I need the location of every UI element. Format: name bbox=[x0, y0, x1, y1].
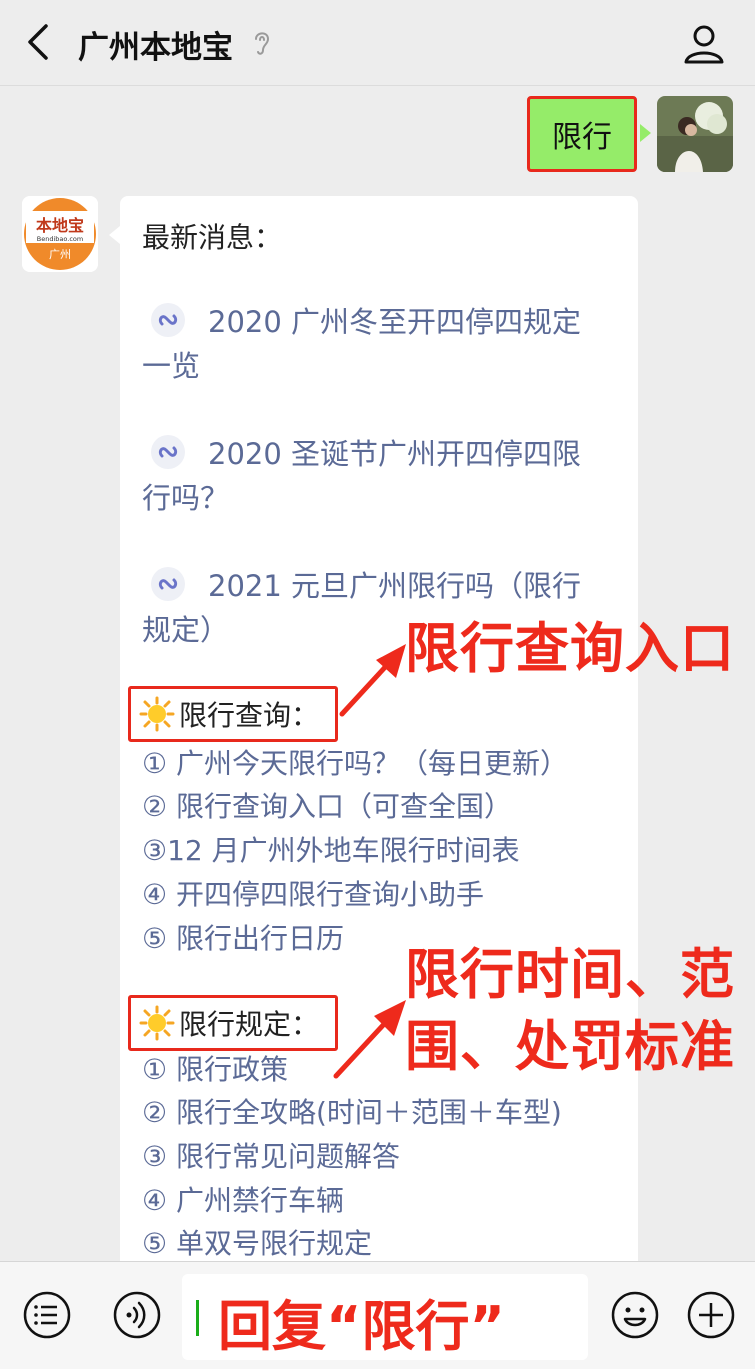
my-bubble-tail bbox=[640, 124, 651, 142]
sun-emoji-icon bbox=[139, 696, 175, 732]
person-icon bbox=[684, 25, 724, 64]
query-item-5[interactable]: ⑤ 限行出行日历 bbox=[142, 919, 344, 959]
link-text-line2[interactable]: 行吗？ bbox=[142, 476, 622, 520]
menu-list-icon[interactable] bbox=[22, 1290, 72, 1340]
my-avatar[interactable] bbox=[657, 96, 733, 172]
link-icon bbox=[151, 303, 185, 337]
link-item[interactable]: 2020 广州冬至开四停四规定 bbox=[142, 300, 622, 344]
bendibao-logo: 本地宝 Bendibao.com 广州 bbox=[22, 196, 98, 272]
sun-emoji-icon bbox=[139, 1005, 175, 1041]
ear-icon bbox=[255, 32, 270, 55]
message-input[interactable]: 回复“限行” bbox=[182, 1274, 588, 1360]
rules-item-3[interactable]: ③ 限行常见问题解答 bbox=[142, 1137, 400, 1177]
rules-item-4[interactable]: ④ 广州禁行车辆 bbox=[142, 1181, 344, 1221]
voice-icon[interactable] bbox=[112, 1290, 162, 1340]
plus-icon[interactable] bbox=[686, 1290, 736, 1340]
annotation-time-range-line1: 限行时间、范 bbox=[405, 943, 735, 1006]
rules-item-1[interactable]: ① 限行政策 bbox=[142, 1050, 288, 1090]
text-cursor bbox=[196, 1300, 199, 1336]
input-bar: 回复“限行” bbox=[0, 1261, 755, 1369]
section-query-title: 限行查询： bbox=[179, 699, 320, 732]
chevron-left-icon bbox=[28, 24, 48, 60]
section-query-heading: 限行查询： bbox=[128, 686, 338, 742]
avatar-photo bbox=[657, 96, 733, 172]
link-text-line1: 2021 元旦广州限行吗（限行 bbox=[208, 569, 582, 603]
link-text-line1: 2020 广州冬至开四停四规定 bbox=[208, 305, 582, 339]
my-message-text: 限行 bbox=[552, 120, 612, 155]
chat-title: 广州本地宝 bbox=[78, 30, 233, 66]
link-item[interactable]: 2021 元旦广州限行吗（限行 bbox=[142, 564, 622, 608]
message-bubble-tail bbox=[109, 226, 120, 244]
chat-header: 广州本地宝 bbox=[0, 0, 755, 86]
annotation-arrow-1 bbox=[339, 644, 406, 717]
query-item-4[interactable]: ④ 开四停四限行查询小助手 bbox=[142, 875, 484, 915]
logo-text-top: 本地宝 bbox=[36, 216, 84, 235]
logo-text-url: Bendibao.com bbox=[37, 235, 83, 243]
link-icon bbox=[151, 435, 185, 469]
section-rules-heading: 限行规定： bbox=[128, 995, 338, 1051]
query-item-2[interactable]: ② 限行查询入口（可查全国） bbox=[142, 787, 512, 827]
sender-avatar[interactable]: 本地宝 Bendibao.com 广州 bbox=[22, 196, 98, 272]
emoji-icon[interactable] bbox=[610, 1290, 660, 1340]
rules-item-5[interactable]: ⑤ 单双号限行规定 bbox=[142, 1224, 372, 1261]
annotation-arrow-2 bbox=[333, 1000, 406, 1079]
section-rules-title: 限行规定： bbox=[179, 1008, 320, 1041]
message-intro: 最新消息： bbox=[142, 221, 283, 254]
link-text-line1: 2020 圣诞节广州开四停四限 bbox=[208, 437, 582, 471]
chat-area[interactable]: 限行 本地宝 Bendibao.com 广州 最新消息： 2020 广州冬至开四… bbox=[0, 86, 755, 1261]
query-item-3[interactable]: ③12 月广州外地车限行时间表 bbox=[142, 831, 520, 871]
query-item-1[interactable]: ① 广州今天限行吗？（每日更新） bbox=[142, 744, 568, 784]
input-hint-text: 回复“限行” bbox=[218, 1295, 505, 1358]
annotation-query-entry: 限行查询入口 bbox=[405, 617, 735, 680]
profile-button[interactable] bbox=[680, 20, 728, 68]
annotation-time-range-line2: 围、处罚标准 bbox=[405, 1015, 735, 1078]
logo-text-city: 广州 bbox=[49, 248, 71, 261]
link-item[interactable]: 2020 圣诞节广州开四停四限 bbox=[142, 432, 622, 476]
back-button[interactable] bbox=[18, 18, 62, 66]
rules-item-2[interactable]: ② 限行全攻略(时间＋范围＋车型) bbox=[142, 1093, 562, 1133]
link-icon bbox=[151, 567, 185, 601]
link-text-line2[interactable]: 一览 bbox=[142, 344, 622, 388]
my-message-bubble[interactable]: 限行 bbox=[527, 96, 637, 172]
